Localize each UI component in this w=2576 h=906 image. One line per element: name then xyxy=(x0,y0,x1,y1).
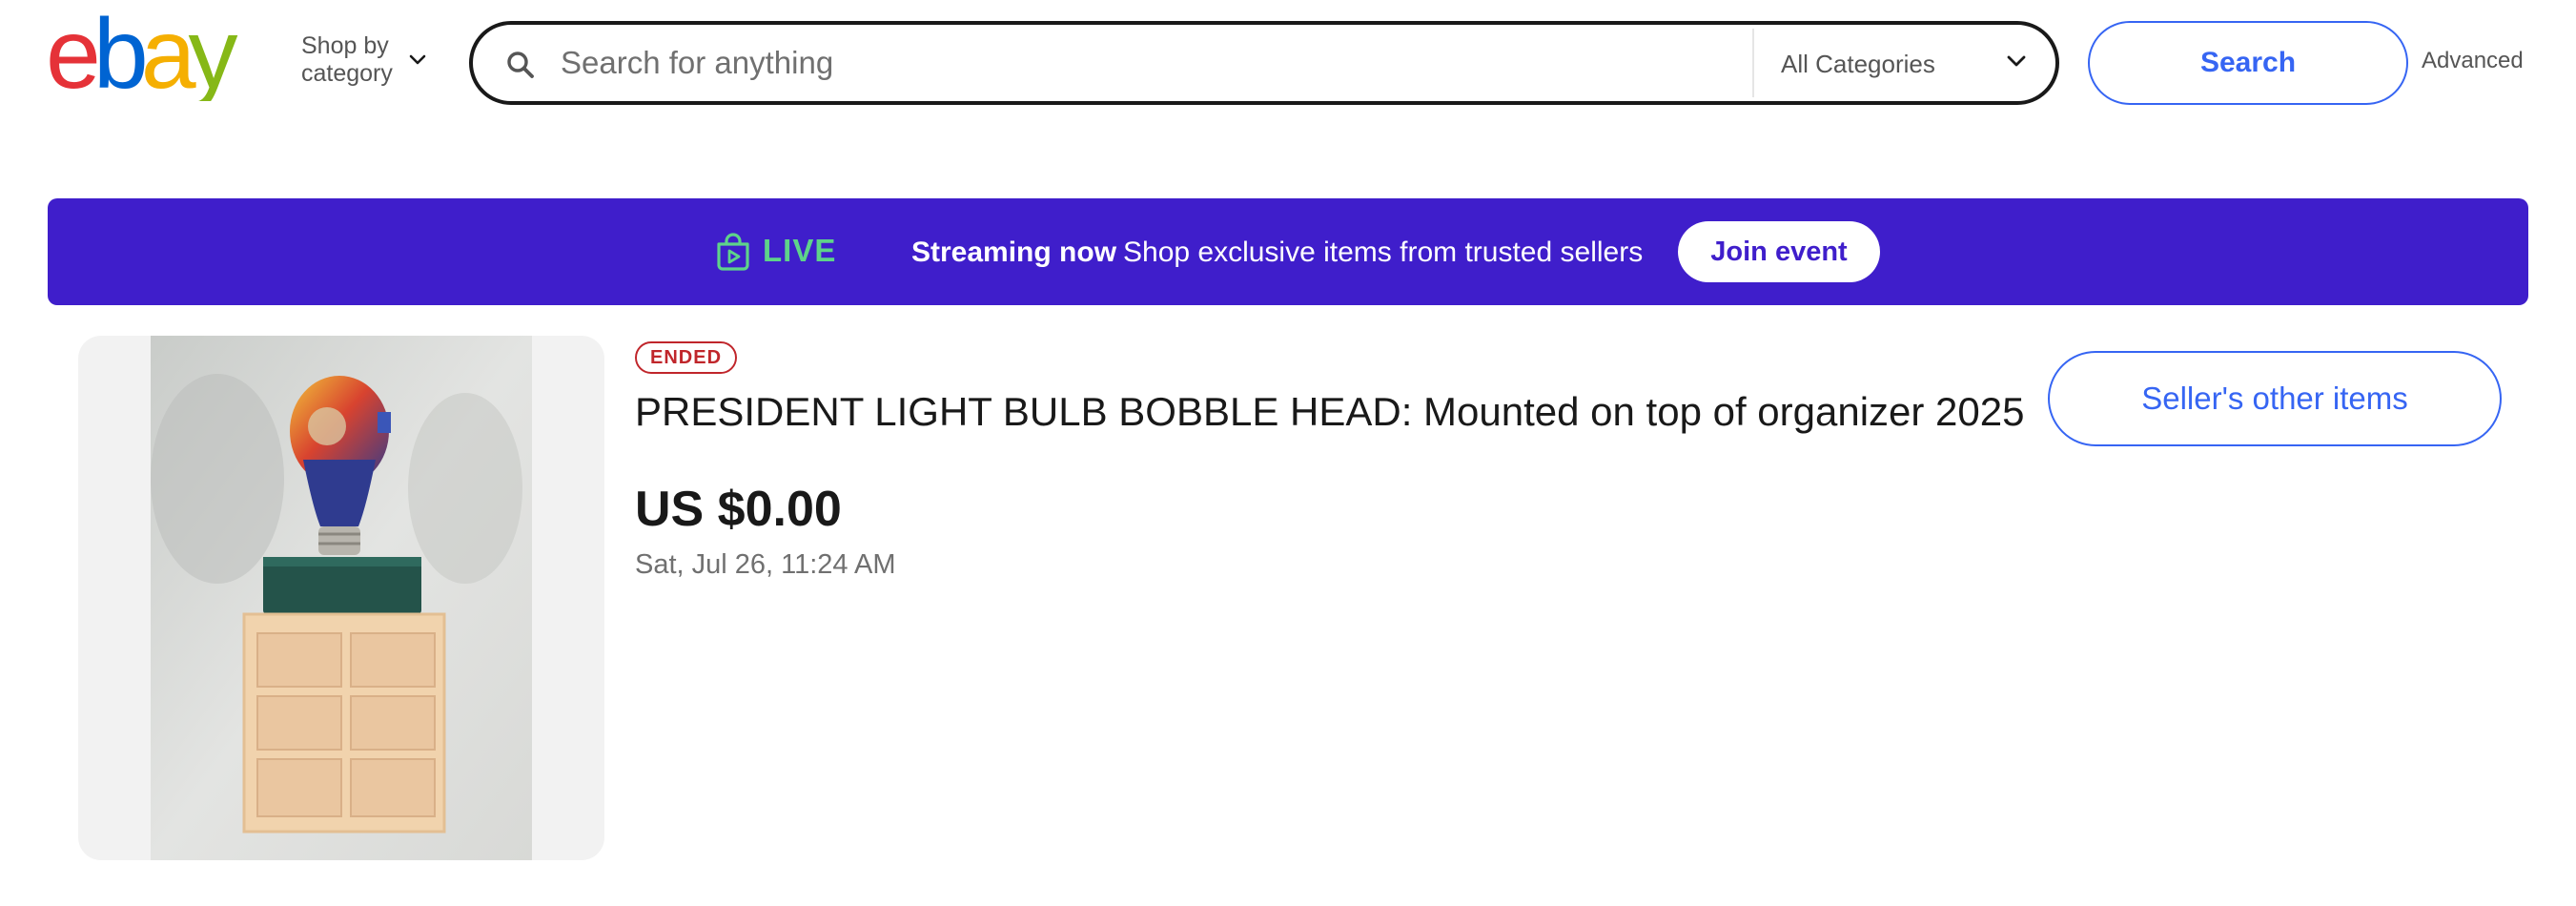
listing-end-date: Sat, Jul 26, 11:24 AM xyxy=(635,549,896,580)
ebay-logo[interactable]: ebay xyxy=(46,6,275,101)
chevron-down-icon xyxy=(2007,55,2026,67)
live-streaming-banner[interactable]: LIVE Streaming now Shop exclusive items … xyxy=(48,198,2528,305)
listing-price: US $0.00 xyxy=(635,482,842,537)
streaming-description: Shop exclusive items from trusted seller… xyxy=(1123,237,1644,268)
join-event-button[interactable]: Join event xyxy=(1678,221,1880,282)
ebay-logo-graphic: ebay xyxy=(46,6,246,101)
sellers-other-items-button[interactable]: Seller's other items xyxy=(2048,351,2502,446)
search-button[interactable]: Search xyxy=(2088,21,2408,105)
search-input[interactable] xyxy=(561,34,1752,92)
chevron-down-icon xyxy=(409,54,426,65)
search-bar: All Categories xyxy=(469,21,2059,105)
live-shopping-bag-icon xyxy=(717,233,749,271)
search-icon xyxy=(507,51,534,78)
advanced-search-link[interactable]: Advanced xyxy=(2422,48,2524,74)
listing-image[interactable] xyxy=(78,336,604,860)
svg-text:ebay: ebay xyxy=(46,6,238,101)
product-photo xyxy=(151,336,532,860)
status-badge: ENDED xyxy=(635,341,738,374)
streaming-now-label: Streaming now xyxy=(911,237,1117,268)
category-select[interactable]: All Categories xyxy=(1781,36,2038,90)
search-divider xyxy=(1752,29,1754,97)
global-header: ebay Shop by category All Categories Sea… xyxy=(0,0,2576,134)
live-label: LIVE xyxy=(763,233,837,268)
category-select-value: All Categories xyxy=(1781,50,1935,78)
listing-title[interactable]: PRESIDENT LIGHT BULB BOBBLE HEAD: Mounte… xyxy=(635,389,2025,435)
shop-by-category-button[interactable]: Shop by category xyxy=(301,32,435,93)
